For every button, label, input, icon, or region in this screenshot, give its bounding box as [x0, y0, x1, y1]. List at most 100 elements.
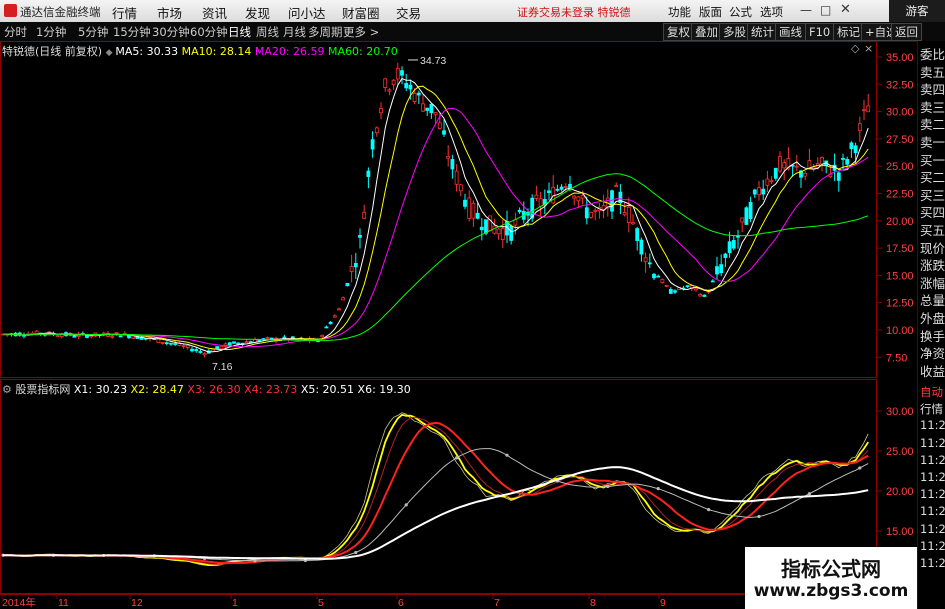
- menu-layout[interactable]: 版面: [699, 4, 722, 20]
- maximize-icon[interactable]: □: [820, 3, 831, 17]
- tick-item[interactable]: 11:29: [920, 522, 945, 536]
- candle-body: [547, 190, 551, 194]
- menu-market[interactable]: 行情: [112, 3, 137, 22]
- tick-item[interactable]: 11:29: [920, 453, 945, 467]
- quote-sidebar: 委比 卖五 卖四 卖三 卖二 卖一 买一 买二 买三 买四 买五 现价 涨跌 涨幅 总量 外盘 换手 净资 收益自动…: [917, 41, 945, 609]
- statistics-button[interactable]: 统计: [747, 23, 778, 41]
- x-tick-label: 12: [131, 597, 143, 609]
- quote-item[interactable]: 买四: [920, 202, 945, 221]
- candle-body: [643, 257, 648, 263]
- quote-item[interactable]: 涨跌: [920, 255, 945, 274]
- tab-weekly[interactable]: 周线: [256, 24, 279, 40]
- candle-body: [383, 78, 388, 88]
- candle-body: [110, 335, 115, 338]
- adjust-button[interactable]: 复权: [663, 23, 694, 41]
- quote-item[interactable]: 买一: [920, 150, 945, 169]
- candle-body: [463, 199, 467, 207]
- menu-functions[interactable]: 功能: [668, 4, 691, 20]
- candle-body: [349, 266, 354, 272]
- tab-monthly[interactable]: 月线: [283, 24, 306, 40]
- quote-item[interactable]: 卖一: [920, 132, 945, 151]
- title-bar: 通达信金融终端 行情 市场 资讯 发现 问小达 财富圈 交易 证券交易未登录 特…: [0, 0, 945, 23]
- x-tick-label: 2014年: [2, 596, 36, 609]
- quote-item[interactable]: 买二: [920, 167, 945, 186]
- candle-body: [761, 188, 766, 195]
- f10-button[interactable]: F10: [805, 23, 835, 41]
- candle-body: [379, 108, 383, 114]
- candle-body: [668, 288, 673, 294]
- tick-item[interactable]: 自动: [920, 384, 945, 400]
- menu-ask[interactable]: 问小达: [288, 3, 326, 22]
- back-button[interactable]: 返回: [891, 23, 922, 41]
- candle-body: [219, 346, 224, 350]
- quote-item[interactable]: 换手: [920, 326, 945, 345]
- tab-60min[interactable]: 60分钟: [190, 24, 228, 40]
- tab-intraday[interactable]: 分时: [4, 24, 27, 40]
- candle-body: [358, 234, 362, 238]
- mark-button[interactable]: 标记: [833, 23, 864, 41]
- quote-item[interactable]: 净资: [920, 343, 945, 362]
- quote-item[interactable]: 买三: [920, 185, 945, 204]
- quote-item[interactable]: 卖五: [920, 62, 945, 81]
- menu-trade[interactable]: 交易: [396, 3, 421, 22]
- menu-options[interactable]: 选项: [760, 4, 783, 20]
- tick-item[interactable]: 11:29: [920, 436, 945, 450]
- x-tick-label: 1: [232, 597, 238, 609]
- tab-1min[interactable]: 1分钟: [36, 24, 66, 40]
- candle-body: [576, 196, 581, 202]
- candle-body: [425, 107, 430, 111]
- login-notice[interactable]: 证券交易未登录 特锐德: [517, 4, 631, 20]
- tab-5min[interactable]: 5分钟: [78, 24, 108, 40]
- tab-more[interactable]: 更多 >: [343, 24, 379, 40]
- candle-body: [408, 84, 413, 90]
- quote-item[interactable]: 委比: [920, 44, 945, 63]
- tab-daily[interactable]: 日线: [228, 24, 251, 40]
- x-tick-label: 9: [660, 597, 666, 609]
- x5-line-dot: [455, 456, 459, 460]
- tick-item[interactable]: 11:29: [920, 418, 945, 432]
- quote-item[interactable]: 卖三: [920, 97, 945, 116]
- menu-news[interactable]: 资讯: [202, 3, 227, 22]
- candle-body: [631, 222, 635, 225]
- quote-item[interactable]: 收益: [920, 361, 945, 380]
- menu-discover[interactable]: 发现: [245, 3, 270, 22]
- menu-formula[interactable]: 公式: [729, 4, 752, 20]
- x-tick-label: 6: [398, 597, 404, 609]
- menu-exchange[interactable]: 市场: [157, 3, 182, 22]
- tick-item[interactable]: 11:29: [920, 504, 945, 518]
- candle-body: [412, 92, 417, 102]
- multi-stock-button[interactable]: 多股: [719, 23, 750, 41]
- tick-item[interactable]: 11:29: [920, 487, 945, 501]
- candle-body: [194, 349, 199, 352]
- candle-body: [248, 341, 253, 344]
- guest-button[interactable]: 游客: [889, 0, 945, 22]
- quote-item[interactable]: 总量: [920, 290, 945, 309]
- quote-item[interactable]: 现价: [920, 238, 945, 257]
- quote-item[interactable]: 外盘: [920, 308, 945, 327]
- candle-body: [160, 341, 165, 344]
- quote-item[interactable]: 卖二: [920, 114, 945, 133]
- tab-multi-period[interactable]: 多周期: [308, 24, 343, 40]
- overlay-button[interactable]: 叠加: [691, 23, 722, 41]
- quote-item[interactable]: 涨幅: [920, 273, 945, 292]
- tab-15min[interactable]: 15分钟: [113, 24, 151, 40]
- tick-item[interactable]: 行情: [920, 401, 945, 417]
- ma10-line: [2, 85, 869, 351]
- minimize-icon[interactable]: —: [800, 3, 812, 17]
- quote-item[interactable]: 卖四: [920, 79, 945, 98]
- draw-line-button[interactable]: 画线: [775, 23, 806, 41]
- kline-chart[interactable]: 35.0032.5030.0027.5025.0022.5020.0017.50…: [0, 41, 917, 609]
- candle-body: [866, 105, 871, 113]
- menu-wealth[interactable]: 财富圈: [342, 3, 380, 22]
- ind-y-tick-label: 15.00: [886, 526, 914, 538]
- tick-item[interactable]: 11:29: [920, 470, 945, 484]
- tick-item[interactable]: 11:29: [920, 539, 945, 553]
- candle-body: [446, 155, 451, 159]
- ma20-line: [2, 107, 869, 348]
- close-window-icon[interactable]: ✕: [840, 2, 851, 17]
- tab-30min[interactable]: 30分钟: [152, 24, 190, 40]
- candle-body: [853, 145, 858, 154]
- app-title: 通达信金融终端: [20, 5, 101, 19]
- quote-item[interactable]: 买五: [920, 220, 945, 239]
- tick-item[interactable]: 11:29: [920, 556, 945, 570]
